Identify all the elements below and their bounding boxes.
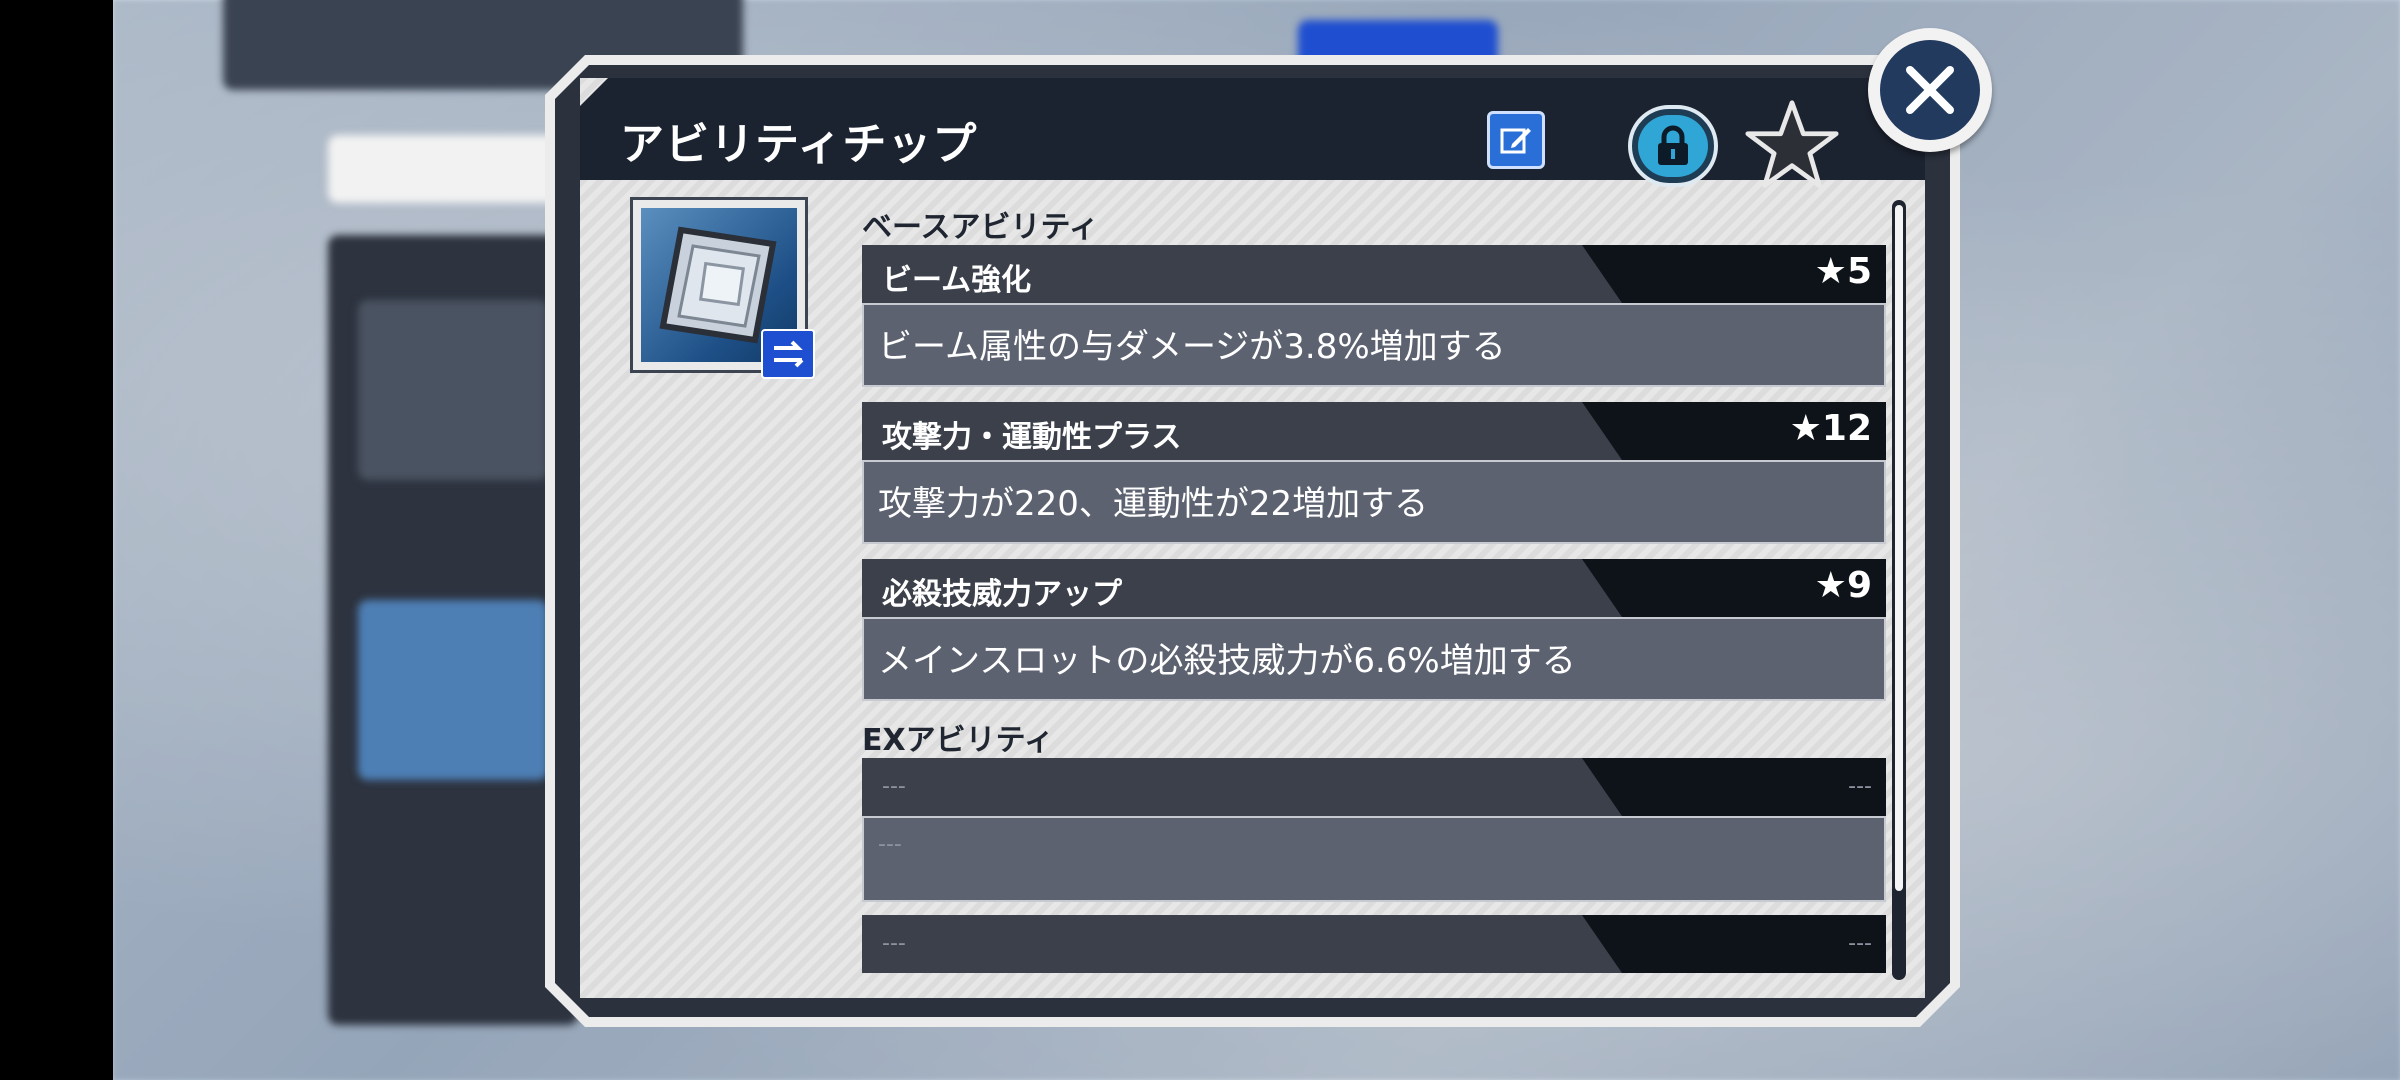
ability-description: ---	[878, 832, 902, 857]
edit-button[interactable]	[1487, 111, 1545, 169]
edit-pencil-icon	[1500, 128, 1531, 154]
card-body: メインスロットの必殺技威力が6.6%増加する	[862, 617, 1886, 701]
ability-name: ビーム強化	[882, 263, 1032, 298]
ability-name: 必殺技威力アップ	[882, 577, 1122, 612]
swap-button[interactable]	[761, 329, 815, 379]
base-ability-card-2: 攻撃力・運動性プラス ★12 攻撃力が220、運動性が22増加する	[862, 402, 1886, 544]
ability-rank: ---	[1848, 774, 1872, 799]
base-ability-card-3: 必殺技威力アップ ★9 メインスロットの必殺技威力が6.6%増加する	[862, 559, 1886, 701]
lock-button-inner	[1638, 115, 1708, 177]
close-button[interactable]	[1868, 28, 1992, 152]
scrollbar-thumb[interactable]	[1895, 205, 1903, 891]
ability-description: メインスロットの必殺技威力が6.6%増加する	[878, 641, 1576, 681]
card-body: 攻撃力が220、運動性が22増加する	[862, 460, 1886, 544]
ex-ability-card-1: --- --- ---	[862, 758, 1886, 902]
lock-button[interactable]	[1628, 105, 1718, 187]
base-ability-card-1: ビーム強化 ★5 ビーム属性の与ダメージが3.8%増加する	[862, 245, 1886, 387]
ability-rank: ★12	[1789, 408, 1872, 449]
star-icon[interactable]	[1745, 95, 1839, 195]
lock-icon	[1658, 125, 1688, 165]
bg-chip-thumb-2	[358, 600, 548, 780]
close-x-icon	[1906, 66, 1954, 114]
ability-name: 攻撃力・運動性プラス	[882, 420, 1182, 455]
ability-name: ---	[882, 931, 906, 956]
ability-rank: ★5	[1814, 251, 1872, 292]
ability-name: ---	[882, 774, 906, 799]
ability-rank: ---	[1848, 931, 1872, 956]
swap-arrows-icon	[774, 340, 804, 368]
ability-description: 攻撃力が220、運動性が22増加する	[878, 484, 1429, 524]
ex-ability-card-2: --- ---	[862, 915, 1886, 973]
modal-title: アビリティチップ	[620, 119, 978, 170]
ability-rank: ★9	[1814, 565, 1872, 606]
close-button-inner	[1880, 40, 1980, 140]
ex-ability-label: EXアビリティ	[862, 723, 1054, 758]
ability-description: ビーム属性の与ダメージが3.8%増加する	[878, 327, 1506, 367]
card-body: ビーム属性の与ダメージが3.8%増加する	[862, 303, 1886, 387]
base-ability-label: ベースアビリティ	[862, 210, 1099, 245]
card-body: ---	[862, 816, 1886, 902]
bg-chip-thumb-1	[358, 300, 548, 480]
